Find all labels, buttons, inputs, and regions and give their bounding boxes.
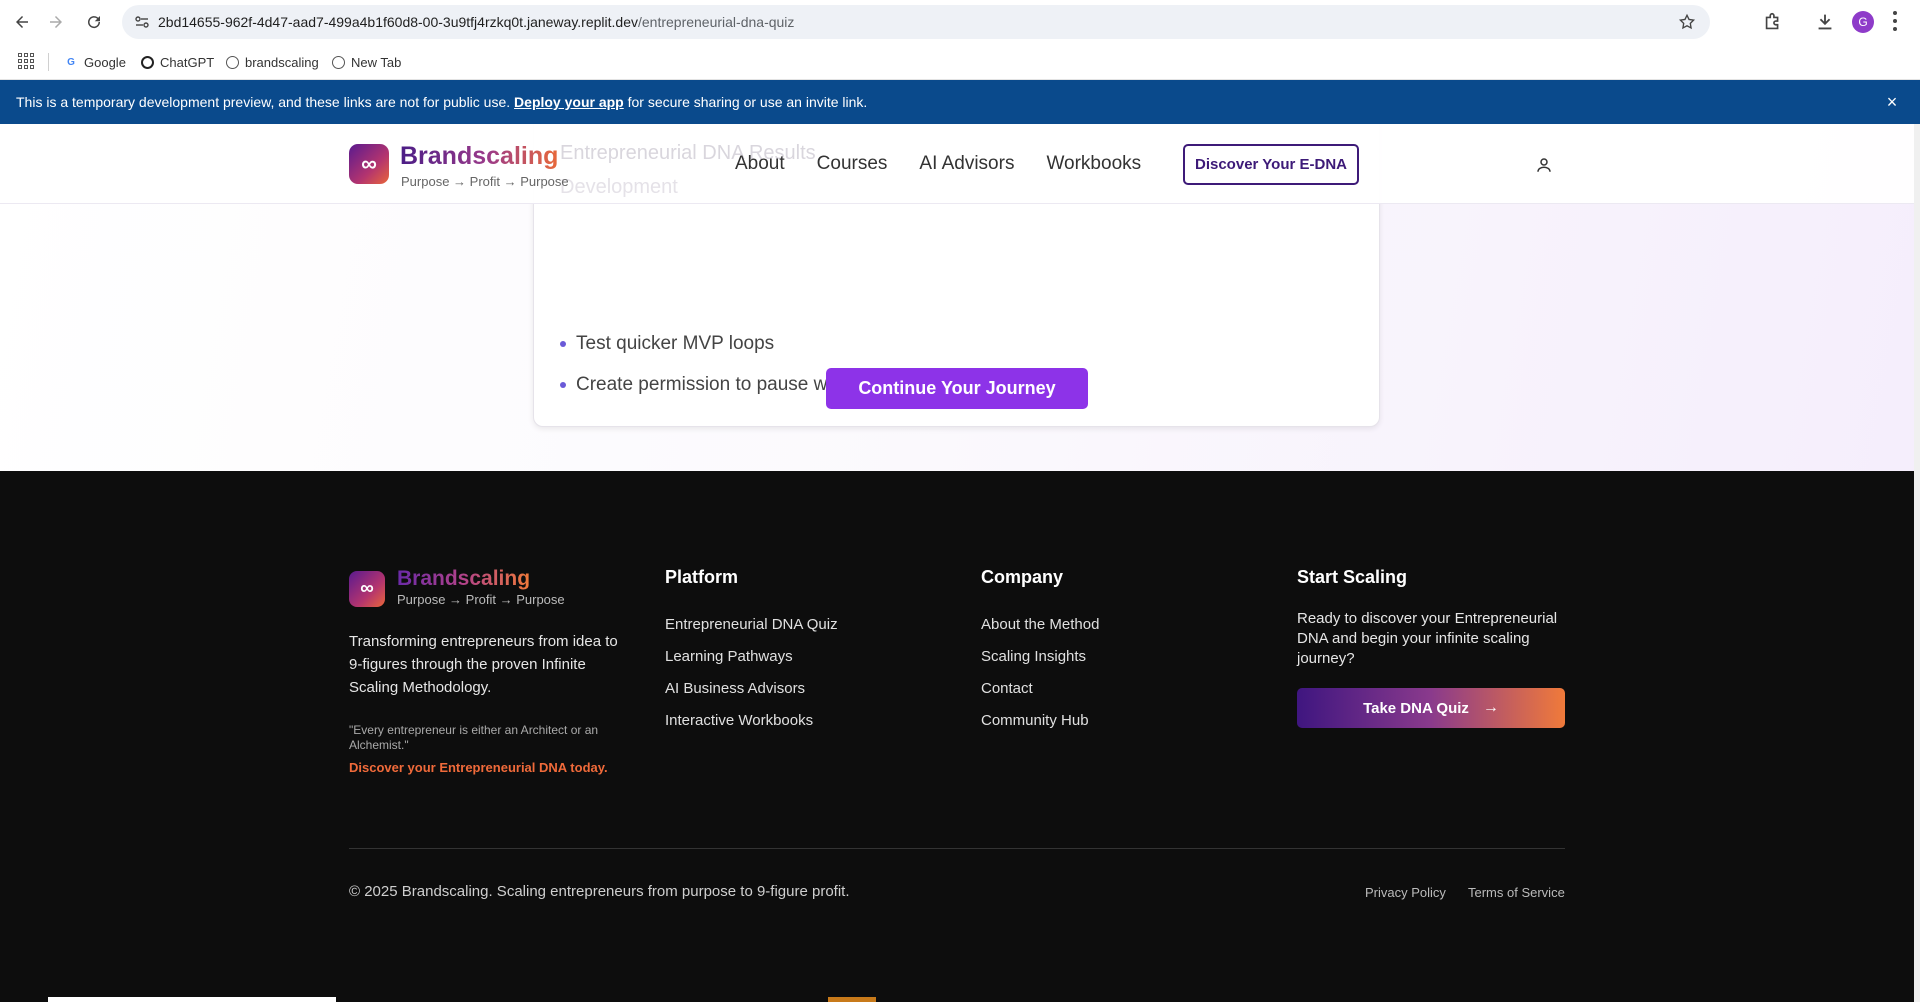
- google-icon: G: [67, 56, 75, 68]
- take-dna-quiz-label: Take DNA Quiz: [1363, 699, 1469, 717]
- browser-menu-icon[interactable]: [1892, 11, 1898, 31]
- banner-text-after: for secure sharing or use an invite link…: [623, 94, 868, 110]
- bookmark-label: ChatGPT: [160, 54, 215, 70]
- brand-tagline: Purpose → Profit → Purpose: [401, 174, 569, 189]
- footer-brand-name[interactable]: Brandscaling: [397, 567, 530, 591]
- footer-link-workbooks[interactable]: Interactive Workbooks: [665, 712, 813, 729]
- bookmark-label: Google: [84, 54, 126, 70]
- footer-platform-title: Platform: [665, 567, 739, 587]
- brand-name[interactable]: Brandscaling: [400, 142, 558, 171]
- address-bar[interactable]: 2bd14655-962f-4d47-aad7-499a4b1f60d8-00-…: [122, 5, 1710, 39]
- url-host: 2bd14655-962f-4d47-aad7-499a4b1f60d8-00-…: [158, 14, 638, 30]
- extensions-icon[interactable]: [1762, 11, 1784, 33]
- dev-preview-banner: This is a temporary development preview,…: [0, 80, 1920, 124]
- apps-grid-icon[interactable]: [18, 53, 34, 69]
- nav-workbooks[interactable]: Workbooks: [1046, 153, 1141, 175]
- page-viewport: Test quicker MVP loops Create permission…: [0, 124, 1914, 1002]
- close-banner-icon[interactable]: ×: [1882, 92, 1902, 112]
- banner-text-before: This is a temporary development preview,…: [16, 94, 515, 110]
- taskbar-strip: [48, 997, 336, 1002]
- url-path: /entrepreneurial-dna-quiz: [637, 14, 795, 30]
- footer-link-ai-advisors[interactable]: AI Business Advisors: [665, 680, 805, 697]
- footer-start-text: Ready to discover your Entrepreneurial D…: [1297, 610, 1558, 667]
- site-header: Entrepreneurial DNA Results Development …: [0, 124, 1914, 204]
- logo-infinity-icon[interactable]: ∞: [349, 144, 389, 184]
- page-scrollbar[interactable]: [1914, 124, 1920, 1002]
- footer-copyright: © 2025 Brandscaling. Scaling entrepreneu…: [349, 883, 850, 900]
- footer-terms-link[interactable]: Terms of Service: [1468, 885, 1565, 900]
- take-dna-quiz-button[interactable]: Take DNA Quiz →: [1297, 688, 1565, 728]
- bookmark-label: brandscaling: [245, 54, 319, 70]
- footer-company-title: Company: [981, 567, 1064, 587]
- footer-privacy-link[interactable]: Privacy Policy: [1365, 885, 1446, 900]
- bookmark-google[interactable]: G Google: [64, 53, 126, 71]
- footer-link-about-method[interactable]: About the Method: [981, 616, 1099, 633]
- list-item: Test quicker MVP loops: [560, 333, 774, 355]
- nav-courses[interactable]: Courses: [817, 153, 888, 175]
- deploy-app-link[interactable]: Deploy your app: [514, 94, 624, 110]
- footer-discover-dna-link[interactable]: Discover your Entrepreneurial DNA today.: [349, 760, 608, 775]
- site-footer: ∞ Brandscaling Purpose → Profit → Purpos…: [0, 471, 1914, 1002]
- footer-divider: [349, 848, 1565, 849]
- ghost-subheading: Development: [560, 176, 678, 198]
- forward-icon[interactable]: [44, 10, 68, 34]
- bookmark-brandscaling[interactable]: brandscaling: [226, 53, 319, 71]
- bookmark-star-icon[interactable]: [1678, 13, 1696, 31]
- browser-toolbar: 2bd14655-962f-4d47-aad7-499a4b1f60d8-00-…: [0, 0, 1920, 44]
- footer-link-contact[interactable]: Contact: [981, 680, 1033, 697]
- footer-link-dna-quiz[interactable]: Entrepreneurial DNA Quiz: [665, 616, 838, 633]
- discover-edna-button[interactable]: Discover Your E-DNA: [1183, 144, 1359, 185]
- back-icon[interactable]: [10, 10, 34, 34]
- bullet-icon: [560, 341, 566, 347]
- footer-description: Transforming entrepreneurs from idea to …: [349, 633, 618, 696]
- bookmark-new-tab[interactable]: New Tab: [332, 53, 401, 71]
- reload-icon[interactable]: [82, 10, 106, 34]
- site-settings-icon[interactable]: [134, 14, 150, 30]
- bookmark-chatgpt[interactable]: ChatGPT: [141, 53, 214, 71]
- nav-ai-advisors[interactable]: AI Advisors: [919, 153, 1014, 175]
- url-text[interactable]: 2bd14655-962f-4d47-aad7-499a4b1f60d8-00-…: [158, 14, 794, 30]
- continue-journey-button[interactable]: Continue Your Journey: [826, 368, 1088, 409]
- bookmarks-separator: [48, 53, 49, 71]
- bullet-icon: [560, 382, 566, 388]
- footer-start-title: Start Scaling: [1297, 567, 1408, 587]
- footer-link-community-hub[interactable]: Community Hub: [981, 712, 1089, 729]
- download-icon[interactable]: [1814, 11, 1836, 33]
- footer-link-learning-pathways[interactable]: Learning Pathways: [665, 648, 793, 665]
- footer-link-scaling-insights[interactable]: Scaling Insights: [981, 648, 1086, 665]
- bookmark-label: New Tab: [351, 54, 402, 70]
- globe-icon: [332, 55, 345, 69]
- bullet-text: Test quicker MVP loops: [576, 333, 775, 354]
- main-nav: About Courses AI Advisors Workbooks: [735, 153, 1141, 175]
- footer-brand-tagline: Purpose → Profit → Purpose: [397, 592, 565, 607]
- nav-about[interactable]: About: [735, 153, 785, 175]
- globe-icon: [226, 55, 239, 69]
- banner-text: This is a temporary development preview,…: [16, 94, 867, 110]
- footer-quote: "Every entrepreneur is either an Archite…: [349, 723, 599, 752]
- footer-logo-infinity-icon[interactable]: ∞: [349, 571, 385, 607]
- profile-avatar[interactable]: G: [1852, 11, 1874, 33]
- bookmarks-bar: G Google ChatGPT brandscaling New Tab: [0, 44, 1920, 80]
- taskbar-strip-accent: [828, 997, 876, 1002]
- arrow-right-icon: →: [1482, 699, 1499, 716]
- user-account-icon[interactable]: [1535, 156, 1553, 174]
- chatgpt-icon: [141, 55, 154, 69]
